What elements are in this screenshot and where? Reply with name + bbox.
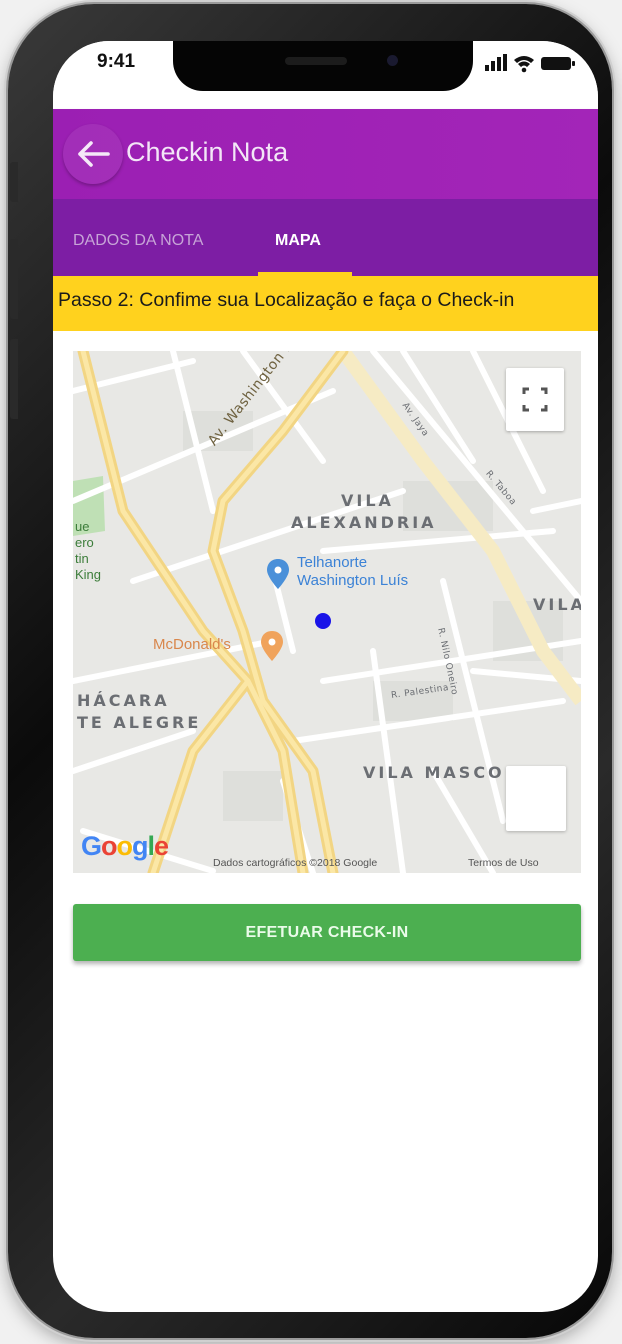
park-label: King (75, 567, 102, 582)
google-logo-letter: G (81, 831, 102, 861)
status-time: 9:41 (97, 51, 136, 72)
poi-telhanorte-name[interactable]: Telhanorte (297, 554, 367, 571)
tab-dados-da-nota[interactable]: DADOS DA NOTA (73, 232, 203, 250)
camera-icon (387, 55, 398, 66)
tab-bar: DADOS DA NOTA MAPA (53, 199, 598, 276)
terms-link[interactable]: Termos de Uso (468, 857, 539, 869)
neighborhood-label: ALEXANDRIA (291, 513, 437, 532)
app-bar: Checkin Nota (53, 109, 598, 199)
zoom-control[interactable] (506, 766, 566, 831)
neighborhood-label: VILA MASCO (363, 763, 505, 782)
park-label: tin (75, 551, 89, 566)
signal-icon (485, 54, 507, 71)
volume-down-button (10, 339, 18, 419)
step-instruction: Passo 2: Confime sua Localização e faça … (58, 289, 515, 311)
google-logo-letter: o (116, 831, 133, 861)
page-title: Checkin Nota (126, 137, 289, 167)
neighborhood-label: HÁCARA (77, 691, 170, 710)
google-logo-letter: o (101, 831, 117, 861)
speaker-grille (285, 57, 347, 65)
google-logo: Google (81, 831, 169, 862)
neighborhood-label: VILA (341, 491, 394, 510)
poi-mcdonalds[interactable]: McDonald's (153, 636, 231, 653)
volume-up-button (10, 239, 18, 319)
user-location-dot (315, 613, 331, 629)
wifi-icon (514, 56, 534, 73)
map-attribution: Dados cartográficos ©2018 Google (213, 857, 378, 869)
neighborhood-label: TE ALEGRE (77, 713, 202, 732)
neighborhood-label: VILA (533, 595, 581, 614)
park-label: ue (75, 519, 90, 534)
arrow-left-icon (78, 141, 110, 167)
mute-switch (10, 162, 18, 202)
step-banner: Passo 2: Confime sua Localização e faça … (53, 276, 598, 331)
phone-notch (173, 41, 473, 91)
google-logo-letter: g (132, 831, 148, 861)
checkin-button[interactable]: EFETUAR CHECK-IN (73, 904, 581, 961)
map-view[interactable]: Av. Washington Luís R. Palestina R. Nilo… (73, 351, 581, 873)
checkin-button-label: EFETUAR CHECK-IN (245, 924, 409, 941)
app-screen: 9:41 Checkin Nota DADOS DA NOTA MAPA Pas… (53, 41, 598, 1312)
poi-telhanorte-subtitle[interactable]: Washington Luís (297, 572, 408, 589)
google-logo-letter: e (154, 831, 169, 861)
phone-frame: 9:41 Checkin Nota DADOS DA NOTA MAPA Pas… (8, 4, 612, 1338)
status-icons (483, 51, 583, 80)
park-label: ero (75, 535, 94, 550)
tab-mapa[interactable]: MAPA (275, 232, 321, 250)
fullscreen-button[interactable] (506, 368, 564, 431)
fullscreen-icon (522, 387, 548, 412)
battery-icon (541, 57, 575, 70)
back-button[interactable] (63, 124, 123, 184)
map-tiles (73, 351, 581, 873)
